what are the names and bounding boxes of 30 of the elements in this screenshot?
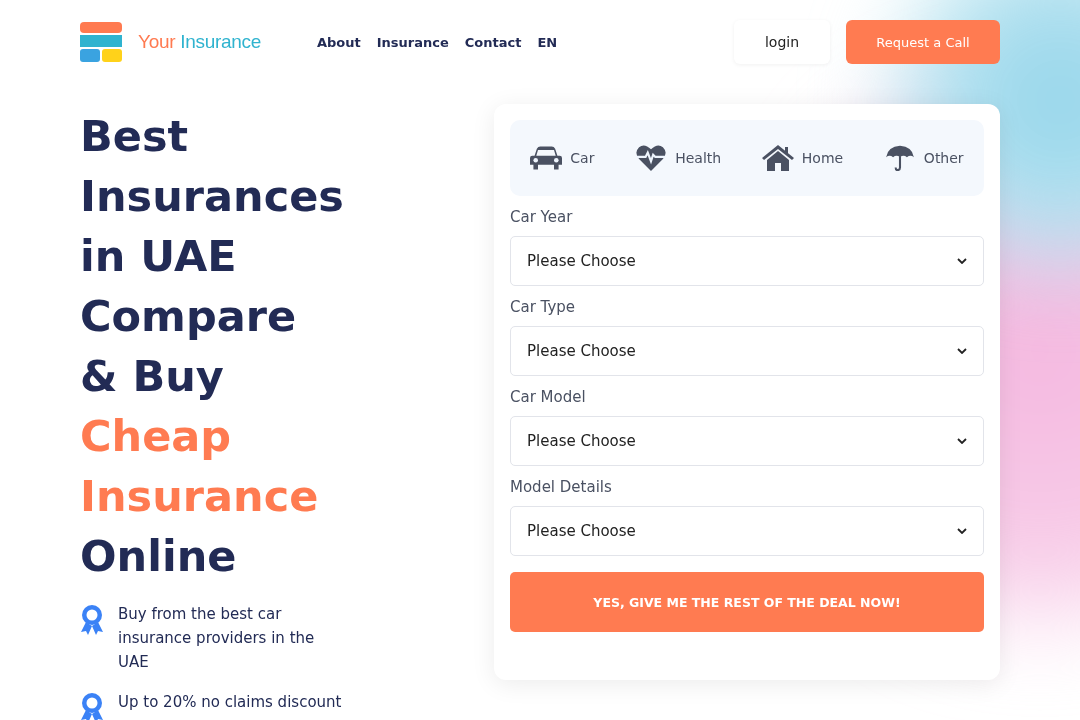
- car-icon: [530, 145, 563, 171]
- category-tab[interactable]: Other: [883, 145, 964, 171]
- category-tab[interactable]: Car: [530, 145, 595, 171]
- chevron-down-icon: [957, 348, 967, 354]
- chevron-down-icon: [957, 258, 967, 264]
- feature-text: Buy from the best car insurance providers in the UAE: [118, 604, 316, 673]
- house-icon: [761, 145, 794, 171]
- nav-link[interactable]: Insurance: [376, 34, 449, 50]
- field-label: Model Details: [510, 478, 613, 496]
- feature-text: Up to 20% no claims discount: [118, 692, 342, 713]
- nav-link[interactable]: About: [316, 34, 361, 50]
- dropdown-field[interactable]: Please Choose: [510, 416, 984, 466]
- award-ribbon-icon: [80, 604, 104, 636]
- field-label: Car Model: [510, 388, 587, 406]
- chevron-down-icon: [957, 438, 967, 444]
- heartbeat-icon: [635, 145, 668, 171]
- nav-link[interactable]: Contact: [464, 34, 522, 50]
- field-label: Car Year: [510, 208, 574, 226]
- field-label: Car Type: [510, 298, 577, 316]
- umbrella-icon: [883, 145, 916, 171]
- dropdown-field[interactable]: Please Choose: [510, 506, 984, 556]
- logo-icon: [80, 22, 122, 62]
- dropdown-field[interactable]: Please Choose: [510, 326, 984, 376]
- category-tab[interactable]: Health: [635, 145, 722, 171]
- nav-link[interactable]: EN: [537, 34, 558, 50]
- login-button[interactable]: login: [734, 20, 830, 64]
- category-tab[interactable]: Home: [761, 145, 844, 171]
- headline: Best Insurances in UAE Compare & Buy Cheap Insurance Online: [80, 110, 344, 583]
- dropdown-field[interactable]: Please Choose: [510, 236, 984, 286]
- chevron-down-icon: [957, 528, 967, 534]
